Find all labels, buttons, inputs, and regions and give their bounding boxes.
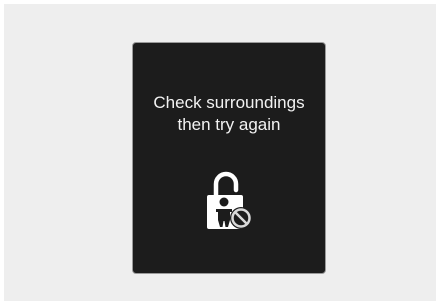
prohibited-icon — [230, 207, 252, 229]
child-lock-icon — [199, 171, 261, 237]
padlock-shackle — [213, 171, 239, 198]
warning-screen: Check surroundings then try again — [132, 42, 326, 274]
warning-message: Check surroundings then try again — [133, 92, 325, 136]
warning-message-line-2: then try again — [177, 115, 281, 134]
page-background: Check surroundings then try again — [4, 4, 436, 301]
warning-message-line-1: Check surroundings — [153, 93, 305, 112]
